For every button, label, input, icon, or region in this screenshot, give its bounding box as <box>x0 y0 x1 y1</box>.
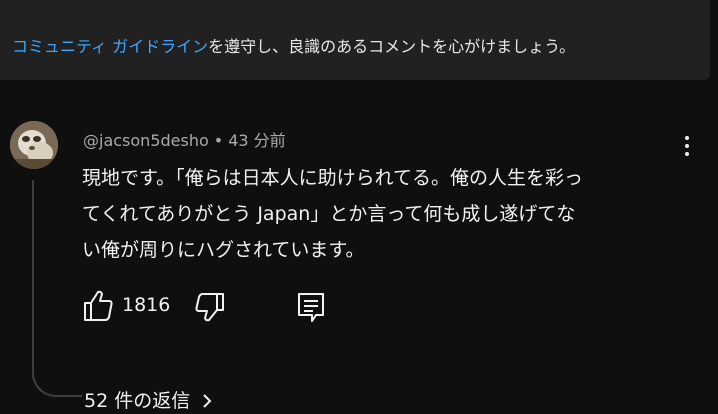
thumbs-down-icon <box>195 293 224 322</box>
comment-text: 現地です。「俺らは日本人に助けられてる。俺の人生を彩っ てくれてありがとう Ja… <box>82 160 682 268</box>
community-guidelines-banner: コミュニティ ガイドラインを遵守し、良識のあるコメントを心がけましょう。 <box>0 0 710 80</box>
comment-author[interactable]: @jacson5desho <box>83 131 209 150</box>
comment-timestamp[interactable]: 43 分前 <box>228 131 285 150</box>
view-replies-button[interactable]: 52 件の返信 <box>84 386 212 413</box>
guidelines-text: コミュニティ ガイドラインを遵守し、良識のあるコメントを心がけましょう。 <box>12 33 575 57</box>
like-button[interactable] <box>82 288 116 324</box>
replies-label: 52 件の返信 <box>84 390 191 412</box>
dot-icon <box>685 136 689 140</box>
avatar-image <box>10 121 58 169</box>
community-guidelines-link[interactable]: コミュニティ ガイドライン <box>12 37 208 56</box>
dot-icon <box>685 152 689 156</box>
reply-thread-line <box>32 180 82 397</box>
dislike-button[interactable] <box>192 288 226 324</box>
reply-button[interactable] <box>294 288 328 324</box>
meta-separator: • <box>213 131 224 150</box>
comment-line: 現地です。「俺らは日本人に助けられてる。俺の人生を彩っ <box>82 167 584 189</box>
like-count: 1816 <box>122 294 171 316</box>
comment-meta: @jacson5desho • 43 分前 <box>83 127 286 151</box>
dot-icon <box>685 144 689 148</box>
guidelines-rest-text: を遵守し、良識のあるコメントを心がけましょう。 <box>208 37 576 56</box>
more-actions-button[interactable] <box>676 130 698 162</box>
avatar[interactable] <box>10 121 58 169</box>
reply-comment-icon <box>298 293 324 322</box>
comment-line: い俺が周りにハグされています。 <box>82 239 365 261</box>
chevron-right-icon <box>203 394 212 408</box>
comment-line: てくれてありがとう Japan」とか言って何も成し遂げてな <box>82 203 576 225</box>
thumbs-up-icon <box>84 290 113 321</box>
